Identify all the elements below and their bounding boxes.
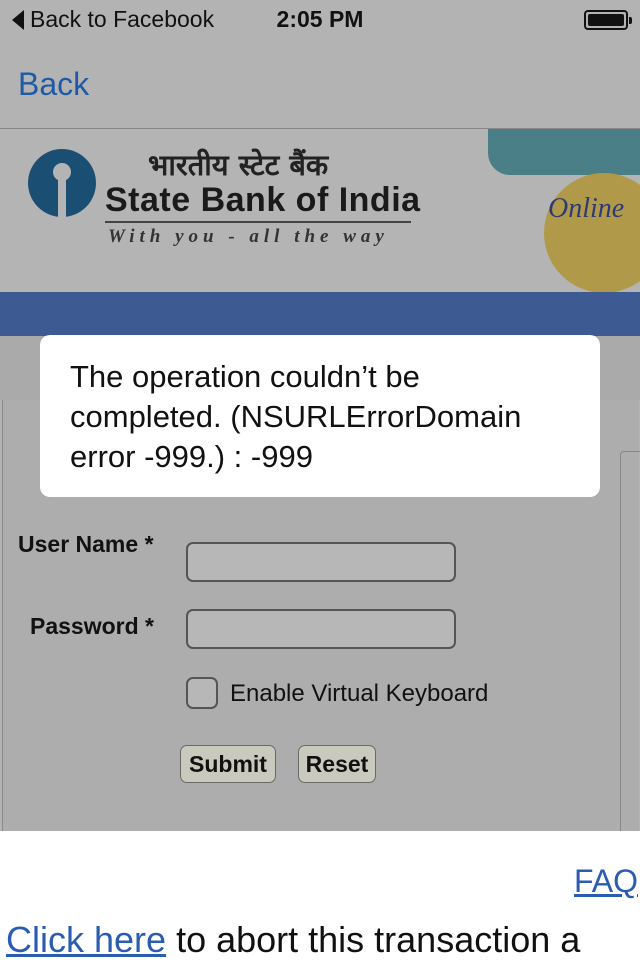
bank-name-underline xyxy=(105,221,411,223)
virtual-keyboard-label: Enable Virtual Keyboard xyxy=(230,680,489,707)
online-sun-icon xyxy=(544,173,640,293)
online-label: Online xyxy=(548,193,625,224)
status-time: 2:05 PM xyxy=(276,6,364,32)
submit-button[interactable]: Submit xyxy=(180,745,276,783)
username-field[interactable] xyxy=(186,542,456,582)
side-panel xyxy=(620,451,640,859)
bank-header: भारतीय स्टेट बैंक State Bank of India Wi… xyxy=(0,129,640,293)
virtual-keyboard-checkbox[interactable] xyxy=(186,677,218,709)
abort-transaction-line: Click here to abort this transaction a xyxy=(6,919,580,960)
click-here-link[interactable]: Click here xyxy=(6,919,166,960)
abort-text: to abort this transaction a xyxy=(166,919,581,960)
battery-full-icon xyxy=(584,10,632,30)
sbi-logo-icon xyxy=(28,149,96,217)
online-banner-tab xyxy=(488,129,640,175)
bank-tagline: With you - all the way xyxy=(108,226,389,247)
status-bar: Back to Facebook 2:05 PM xyxy=(0,0,640,40)
back-button[interactable]: Back xyxy=(18,66,89,103)
footer-area: FAQ Click here to abort this transaction… xyxy=(0,831,640,960)
bank-name: State Bank of India xyxy=(105,181,421,219)
faq-link[interactable]: FAQ xyxy=(574,863,638,900)
navigation-bar: Back xyxy=(0,40,640,129)
username-label: User Name * xyxy=(18,531,154,557)
brand-bar xyxy=(0,292,640,336)
password-label: Password * xyxy=(30,613,154,639)
password-field[interactable] xyxy=(186,609,456,649)
alert-message: The operation couldn’t be completed. (NS… xyxy=(70,359,522,474)
error-alert[interactable]: The operation couldn’t be completed. (NS… xyxy=(40,335,600,497)
reset-button[interactable]: Reset xyxy=(298,745,376,783)
web-content: भारतीय स्टेट बैंक State Bank of India Wi… xyxy=(0,129,640,960)
bank-name-hindi: भारतीय स्टेट बैंक xyxy=(148,148,329,182)
